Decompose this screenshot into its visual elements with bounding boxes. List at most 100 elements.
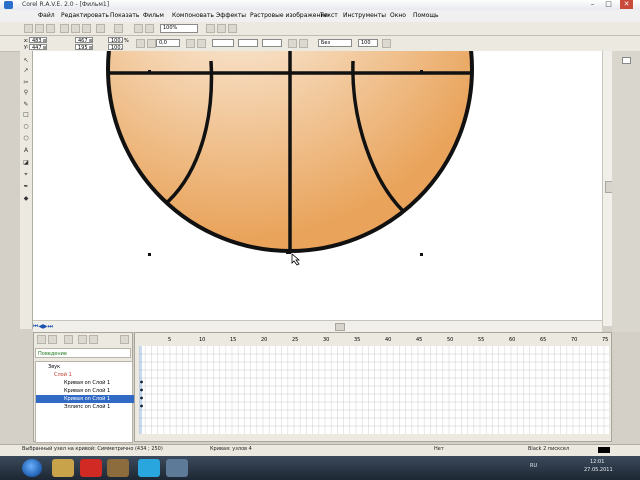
zoom-icon[interactable] [206,24,215,33]
export-icon[interactable] [145,24,154,33]
line-start-select[interactable] [238,39,258,47]
interactive-tool-icon[interactable]: ◪ [22,159,30,166]
break-curve-icon[interactable] [288,39,297,48]
language-indicator[interactable]: RU [530,463,537,469]
node-handle[interactable] [420,70,423,73]
layer-up-icon[interactable] [78,335,87,344]
node-type-select[interactable] [212,39,234,47]
start-button[interactable] [22,459,42,477]
drawing-canvas[interactable] [33,0,602,320]
node-handle[interactable] [148,70,151,73]
scale-width-field[interactable]: 100,0 [108,37,123,43]
redo-icon[interactable] [114,24,123,33]
new-layer-icon[interactable] [37,335,46,344]
x-position-field[interactable]: 483 в [29,37,47,43]
status-outline: Black 2 писксел [528,446,570,452]
rectangle-tool-icon[interactable]: □ [22,111,30,118]
save-icon[interactable] [46,24,55,33]
frame-number: 15 [230,337,237,343]
corel-rave-icon[interactable] [166,459,188,477]
menu-view[interactable]: Показать [110,12,139,19]
behavior-tab[interactable]: Поведение [35,348,131,358]
text-tool-icon[interactable]: A [22,147,30,154]
clock-date[interactable]: 27.05.2011 [584,467,613,473]
menu-edit[interactable]: Редактировать [61,12,109,19]
maximize-button[interactable]: □ [602,0,615,9]
horizontal-scroll-thumb[interactable] [335,323,345,331]
undo-icon[interactable] [96,24,105,33]
menu-file[interactable]: Файл [38,12,55,19]
menu-arrange[interactable]: Компоновать [172,12,214,19]
menu-window[interactable]: Окно [390,12,406,19]
skype-icon[interactable] [138,459,160,477]
horizontal-scrollbar[interactable]: ⏮◀▶⏭ [33,320,602,332]
import-icon[interactable] [134,24,143,33]
frame-number: 55 [478,337,485,343]
menu-movie[interactable]: Фильм [143,12,164,19]
layer-row-sound[interactable]: Звук [36,363,147,371]
angle-field[interactable]: 0,0 [156,39,180,47]
outline-tool-icon[interactable]: ✒ [22,183,30,190]
outline-pen-icon[interactable] [299,39,308,48]
minimize-button[interactable]: – [586,0,599,9]
menu-help[interactable]: Помощь [413,12,439,19]
knife-tool-icon[interactable]: ✂ [22,79,30,86]
page-navigator[interactable]: ⏮◀▶⏭ [33,323,73,330]
copy-icon[interactable] [71,24,80,33]
window-title: Corel R.A.V.E. 2.0 - [Фильм1] [22,1,110,8]
clock-time[interactable]: 12:01 [590,459,604,465]
layer-options-icon[interactable] [64,335,73,344]
mirror-horizontal-icon[interactable] [186,39,195,48]
menu-tools[interactable]: Инструменты [343,12,386,19]
width-field[interactable]: 467 в [75,37,93,43]
frame-number: 25 [292,337,299,343]
snap-icon[interactable] [217,24,226,33]
eyedropper-tool-icon[interactable]: ⌖ [22,171,30,178]
selection-handle[interactable] [148,253,151,256]
ellipse-tool-icon[interactable]: ○ [22,123,30,130]
layer-down-icon[interactable] [89,335,98,344]
media-player-icon[interactable] [107,459,129,477]
line-end-select[interactable] [262,39,282,47]
zoom-tool-icon[interactable]: ⚲ [22,89,30,96]
zoom-select[interactable]: 100% [160,24,198,33]
canvas-drawing [106,0,474,266]
frame-grid[interactable] [139,346,609,434]
open-icon[interactable] [35,24,44,33]
menu-effects[interactable]: Эффекты [216,12,246,19]
height-field[interactable]: 195 в [75,44,93,50]
frame-number: 5 [168,337,172,343]
shape-tool-icon[interactable]: ↗ [22,67,30,74]
polygon-tool-icon[interactable]: ⬡ [22,135,30,142]
options-icon[interactable] [228,24,237,33]
lock-ratio-icon[interactable] [136,39,145,48]
value-field[interactable]: 100 [358,39,378,47]
fill-tool-icon[interactable]: ◆ [22,195,30,202]
color-palette-strip [612,51,640,332]
close-panel-icon[interactable] [120,335,129,344]
status-bar: Выбранный узел на кривой: Симметрично (4… [0,444,640,456]
paste-icon[interactable] [82,24,91,33]
property-bar: x: 483 в y: 447 в 467 в 195 в 100,0 100,… [0,36,640,52]
selection-handle[interactable] [420,253,423,256]
y-position-field[interactable]: 447 в [29,44,47,50]
selected-node[interactable] [286,249,291,254]
pick-tool-icon[interactable]: ↖ [22,57,30,64]
delete-layer-icon[interactable] [48,335,57,344]
outline-color-swatch [598,447,610,453]
menu-bitmaps[interactable]: Растровые изображения [250,12,328,19]
apply-icon[interactable] [382,39,391,48]
freehand-tool-icon[interactable]: ✎ [22,101,30,108]
menu-text[interactable]: Текст [320,12,338,19]
palette-swatch-none[interactable] [622,57,631,64]
explorer-icon[interactable] [52,459,74,477]
new-icon[interactable] [24,24,33,33]
outline-width-select[interactable]: Без [318,39,352,47]
y-label: y: [24,44,29,50]
scale-height-field[interactable]: 100,0 [108,44,123,50]
layer-tree: Звук Слой 1 Кривая on Слой 1 Кривая on С… [35,361,163,443]
cut-icon[interactable] [60,24,69,33]
opera-icon[interactable] [80,459,102,477]
close-button[interactable]: ✕ [620,0,633,9]
mirror-vertical-icon[interactable] [197,39,206,48]
